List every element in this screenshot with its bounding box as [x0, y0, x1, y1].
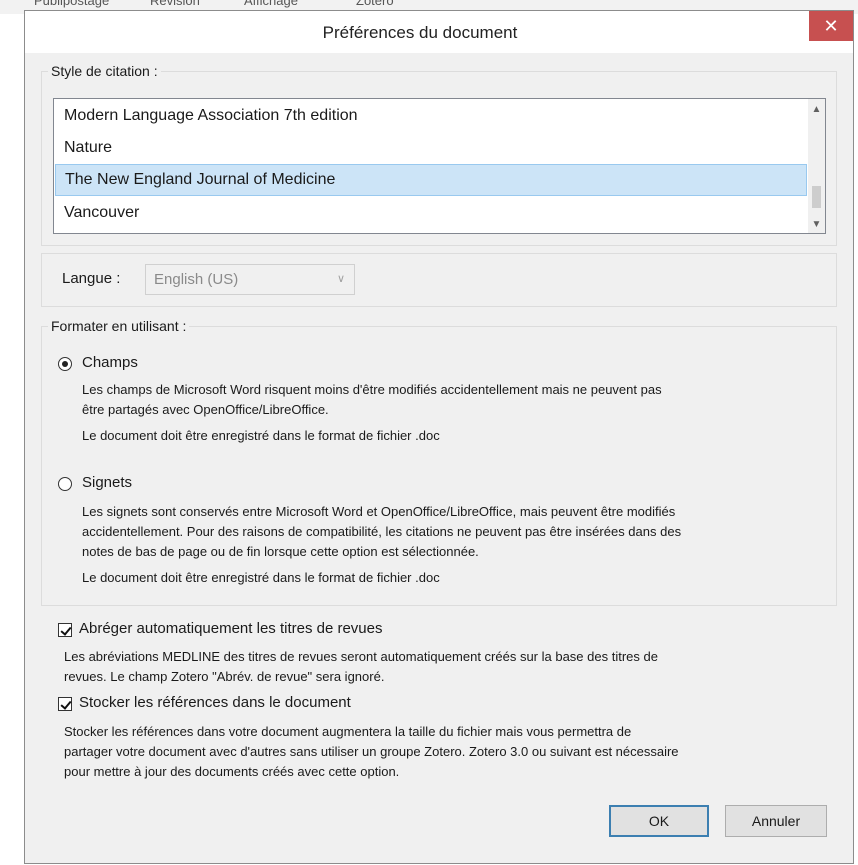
bookmarks-doc-note: Le document doit être enregistré dans le…: [82, 570, 440, 585]
fields-description-line1: Les champs de Microsoft Word risquent mo…: [82, 382, 662, 397]
store-references-label[interactable]: Stocker les références dans le document: [79, 694, 351, 711]
fields-doc-note: Le document doit être enregistré dans le…: [82, 428, 440, 443]
citation-style-legend: Style de citation :: [51, 63, 158, 79]
format-legend: Formater en utilisant :: [51, 318, 187, 334]
bookmarks-radio[interactable]: [58, 477, 72, 491]
citation-style-list[interactable]: Modern Language Association 7th edition …: [53, 98, 826, 234]
abbreviate-checkbox[interactable]: [58, 623, 72, 637]
list-item[interactable]: Nature: [55, 132, 807, 164]
fields-radio[interactable]: [58, 357, 72, 371]
language-select[interactable]: English (US) ∨: [145, 264, 355, 295]
abbreviate-label[interactable]: Abréger automatiquement les titres de re…: [79, 620, 383, 637]
bookmarks-description-line2: accidentellement. Pour des raisons de co…: [82, 524, 682, 539]
scroll-up-icon[interactable]: ▲: [808, 101, 825, 118]
list-item-selected[interactable]: The New England Journal of Medicine: [55, 164, 807, 196]
ribbon-tab-review: Révision: [150, 0, 200, 8]
fields-description-line2: être partagés avec OpenOffice/LibreOffic…: [82, 402, 329, 417]
store-description-line1: Stocker les références dans votre docume…: [64, 724, 632, 739]
document-preferences-dialog: Préférences du document ✕ Style de citat…: [24, 10, 854, 864]
language-label: Langue :: [62, 270, 121, 287]
ok-button[interactable]: OK: [609, 805, 709, 837]
chevron-down-icon: ∨: [336, 273, 345, 285]
bookmarks-description-line3: notes de bas de page ou de fin lorsque c…: [82, 544, 479, 559]
store-description-line2: partager votre document avec d'autres sa…: [64, 744, 679, 759]
bookmarks-label[interactable]: Signets: [82, 474, 132, 491]
fields-label[interactable]: Champs: [82, 354, 138, 371]
title-bar[interactable]: Préférences du document ✕: [25, 11, 853, 53]
close-icon: ✕: [823, 16, 839, 36]
abbreviate-description-line1: Les abréviations MEDLINE des titres de r…: [64, 649, 658, 664]
ribbon-tab-zotero: Zotero: [356, 0, 394, 8]
list-item[interactable]: Modern Language Association 7th edition: [55, 100, 807, 132]
list-scrollbar[interactable]: ▲ ▼: [808, 99, 825, 233]
format-group: Formater en utilisant :: [41, 318, 837, 606]
store-description-line3: pour mettre à jour des documents créés a…: [64, 764, 400, 779]
list-item[interactable]: Vancouver: [55, 197, 807, 229]
store-references-checkbox[interactable]: [58, 697, 72, 711]
bookmarks-description-line1: Les signets sont conservés entre Microso…: [82, 504, 676, 519]
dialog-title: Préférences du document: [322, 23, 518, 42]
abbreviate-description-line2: revues. Le champ Zotero "Abrév. de revue…: [64, 669, 385, 684]
ribbon-tab-view: Affichage: [244, 0, 298, 8]
close-button[interactable]: ✕: [809, 11, 853, 41]
ribbon-tab-mailings: Publipostage: [34, 0, 110, 8]
scrollbar-thumb[interactable]: [812, 186, 821, 208]
scroll-down-icon[interactable]: ▼: [808, 216, 825, 233]
language-value: English (US): [154, 271, 239, 288]
cancel-button[interactable]: Annuler: [725, 805, 827, 837]
